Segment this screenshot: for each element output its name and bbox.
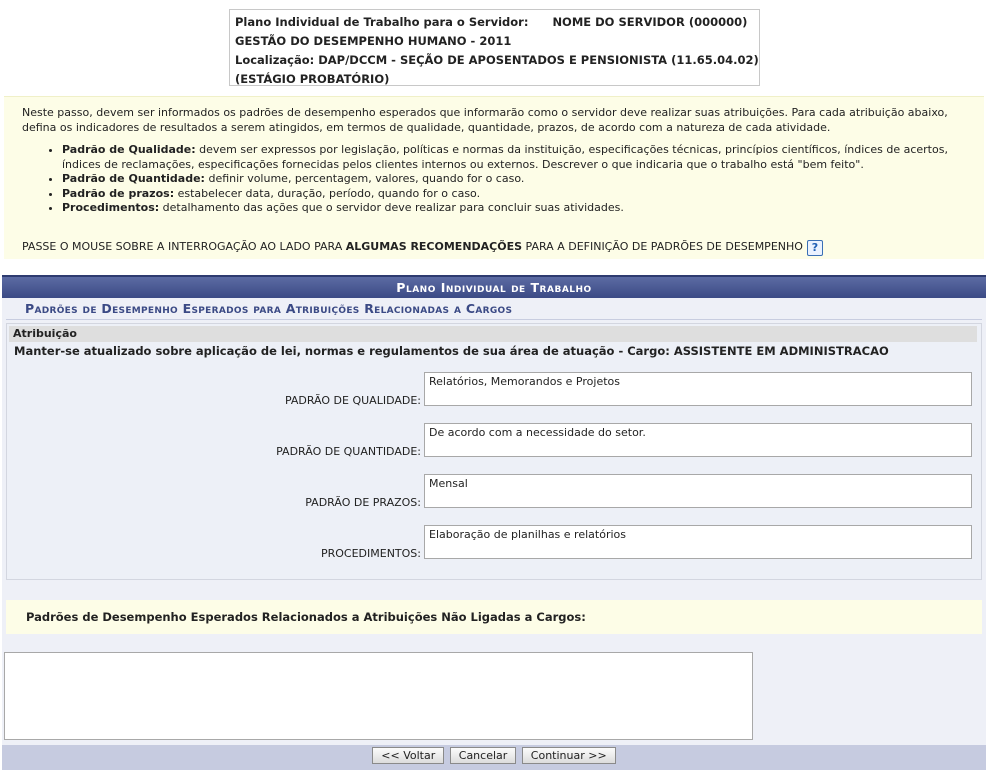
list-item: Padrão de prazos: estabelecer data, dura… — [62, 187, 966, 202]
list-item: Padrão de Quantidade: definir volume, pe… — [62, 172, 966, 187]
section-subtitle: Padrões de Desempenho Esperados para Atr… — [6, 299, 982, 320]
recommendations-hint: Passe o mouse sobre a interrogação ao la… — [22, 239, 966, 256]
server-label: Plano Individual de Trabalho para o Serv… — [235, 15, 529, 29]
desc-deadlines: estabelecer data, duração, período, quan… — [174, 186, 481, 200]
attribution-header: Atribuição — [9, 326, 977, 342]
procedures-field[interactable]: Elaboração de planilhas e relatórios — [424, 525, 972, 559]
list-item: Padrão de Qualidade: devem ser expressos… — [62, 143, 966, 172]
form-footer: << Voltar Cancelar Continuar >> — [2, 745, 986, 770]
quality-label: PADRÃO DE QUALIDADE: — [284, 394, 421, 407]
program-title: GESTÃO DO DESEMPENHO HUMANO - 2011 — [235, 34, 512, 48]
procedures-label: PROCEDIMENTOS: — [320, 547, 421, 560]
work-plan-form: Plano Individual de Trabalho Padrões de … — [2, 275, 986, 770]
non-position-attributions-textarea[interactable] — [4, 652, 753, 740]
attribution-box: Atribuição Manter-se atualizado sobre ap… — [6, 323, 982, 580]
desc-quantity: definir volume, percentagem, valores, qu… — [204, 172, 525, 185]
deadlines-label: PADRÃO DE PRAZOS: — [305, 496, 421, 509]
instructions-intro: Neste passo, devem ser informados os pad… — [22, 106, 948, 134]
attribution-text: Manter-se atualizado sobre aplicação de … — [14, 344, 889, 358]
hint-text-highlight: algumas recomendações — [345, 239, 523, 253]
desc-quality: devem ser expressos por legislação, polí… — [62, 143, 948, 171]
desc-procedures: detalhamento das ações que o servidor de… — [159, 201, 624, 214]
form-caption: Plano Individual de Trabalho — [2, 275, 986, 298]
hint-text-post: para a definição de padrões de desempenh… — [522, 239, 803, 253]
continue-button[interactable]: Continuar >> — [521, 747, 616, 764]
instructions-panel: Neste passo, devem ser informados os pad… — [4, 96, 984, 259]
term-deadlines: Padrão de prazos: — [62, 186, 175, 200]
back-button[interactable]: << Voltar — [372, 747, 445, 764]
quantity-label: PADRÃO DE QUANTIDADE: — [276, 445, 421, 458]
cancel-button[interactable]: Cancelar — [449, 747, 517, 764]
quantity-standard-field[interactable]: De acordo com a necessidade do setor. — [424, 423, 972, 457]
deadlines-standard-field[interactable]: Mensal — [424, 474, 972, 508]
location: Localização: DAP/DCCM - SEÇÃO DE APOSENT… — [235, 53, 759, 67]
probation-status: (ESTÁGIO PROBATÓRIO) — [235, 72, 390, 86]
term-quality: Padrão de Qualidade: — [62, 143, 196, 156]
server-row: Plano Individual de Trabalho para o Serv… — [235, 13, 759, 32]
instructions-list: Padrão de Qualidade: devem ser expressos… — [22, 143, 966, 216]
term-procedures: Procedimentos: — [62, 201, 160, 214]
help-icon[interactable]: ? — [806, 239, 823, 256]
server-name: NOME DO SERVIDOR (000000) — [552, 15, 748, 29]
list-item: Procedimentos: detalhamento das ações qu… — [62, 201, 966, 216]
server-identification-box: Plano Individual de Trabalho para o Serv… — [229, 9, 760, 86]
hint-text-pre: Passe o mouse sobre a interrogação ao la… — [22, 239, 346, 253]
term-quantity: Padrão de Quantidade: — [62, 172, 205, 185]
quality-standard-field[interactable]: Relatórios, Memorandos e Projetos — [424, 372, 972, 406]
non-position-attributions-label: Padrões de Desempenho Esperados Relacion… — [6, 600, 982, 634]
